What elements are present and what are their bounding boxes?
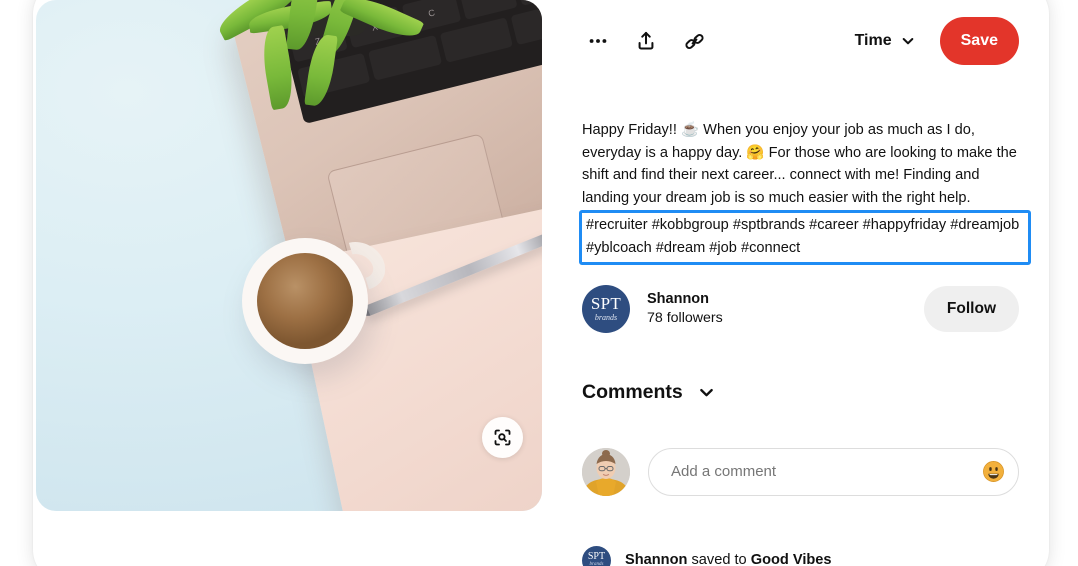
comments-toggle[interactable]: Comments: [582, 381, 716, 404]
pin-description: Happy Friday!! ☕ When you enjoy your job…: [579, 119, 1031, 265]
save-button[interactable]: Save: [939, 17, 1019, 65]
pin-detail-page: Z X C: [0, 0, 1078, 566]
saver-name[interactable]: Shannon: [625, 552, 687, 566]
saved-to-text: Shannon saved to Good Vibes: [625, 552, 832, 566]
pin-image-pane: Z X C: [33, 0, 542, 566]
pin-photo: Z X C: [36, 0, 542, 511]
pin-card: Z X C: [33, 0, 1049, 566]
chevron-down-icon: [699, 388, 713, 396]
saved-board-name[interactable]: Good Vibes: [751, 552, 832, 566]
copy-link-button[interactable]: [672, 19, 716, 63]
share-upload-icon: [638, 31, 654, 50]
time-dropdown[interactable]: Time: [849, 24, 922, 58]
avatar-subtext: brands: [594, 312, 618, 322]
comments-heading: Comments: [582, 380, 683, 403]
current-user-avatar[interactable]: [582, 447, 630, 496]
saver-avatar[interactable]: SPT brands: [582, 545, 611, 566]
user-photo-avatar: [582, 447, 630, 496]
pin-action-bar: Time Save: [582, 0, 1019, 82]
visual-search-lens-icon: [494, 429, 511, 446]
time-dropdown-label: Time: [854, 32, 892, 49]
creator-row: SPT brands Shannon 78 followers Follow: [582, 284, 1019, 334]
pin-image-container[interactable]: Z X C: [36, 0, 542, 511]
pin-detail-pane: Time Save Happy Friday!! ☕ When you enjo…: [542, 0, 1049, 566]
emoji-picker-button[interactable]: [976, 455, 1010, 489]
smiley-face-icon: [982, 461, 1004, 483]
avatar-subtext: brands: [589, 562, 604, 566]
saved-to-row: SPT brands Shannon saved to Good Vibes: [582, 545, 1019, 566]
pin-hashtags-highlighted[interactable]: #recruiter #kobbgroup #sptbrands #career…: [579, 210, 1031, 265]
ellipsis-icon: [589, 39, 607, 43]
follow-button[interactable]: Follow: [923, 285, 1019, 332]
coffee-mug-shape: [242, 238, 368, 364]
creator-meta: Shannon 78 followers: [647, 290, 723, 328]
share-button[interactable]: [624, 19, 668, 63]
chevron-down-icon: [902, 38, 913, 45]
pin-description-text: Happy Friday!! ☕ When you enjoy your job…: [582, 122, 1017, 206]
comment-input[interactable]: [671, 463, 976, 481]
key-glyph: [515, 0, 542, 6]
comment-input-wrapper[interactable]: [648, 447, 1019, 496]
comment-composer-row: [582, 447, 1019, 496]
avatar-initials: SPT: [590, 293, 622, 313]
creator-avatar[interactable]: SPT brands: [582, 284, 630, 333]
key-glyph: [439, 17, 513, 63]
creator-follower-count: 78 followers: [647, 309, 723, 326]
more-options-button[interactable]: [576, 19, 620, 63]
saved-to-connector: saved to: [687, 552, 751, 566]
link-icon: [684, 33, 704, 49]
avatar-initials: SPT: [587, 551, 606, 563]
visual-search-button[interactable]: [482, 417, 523, 458]
key-glyph: [368, 35, 442, 81]
creator-name[interactable]: Shannon: [647, 290, 723, 309]
